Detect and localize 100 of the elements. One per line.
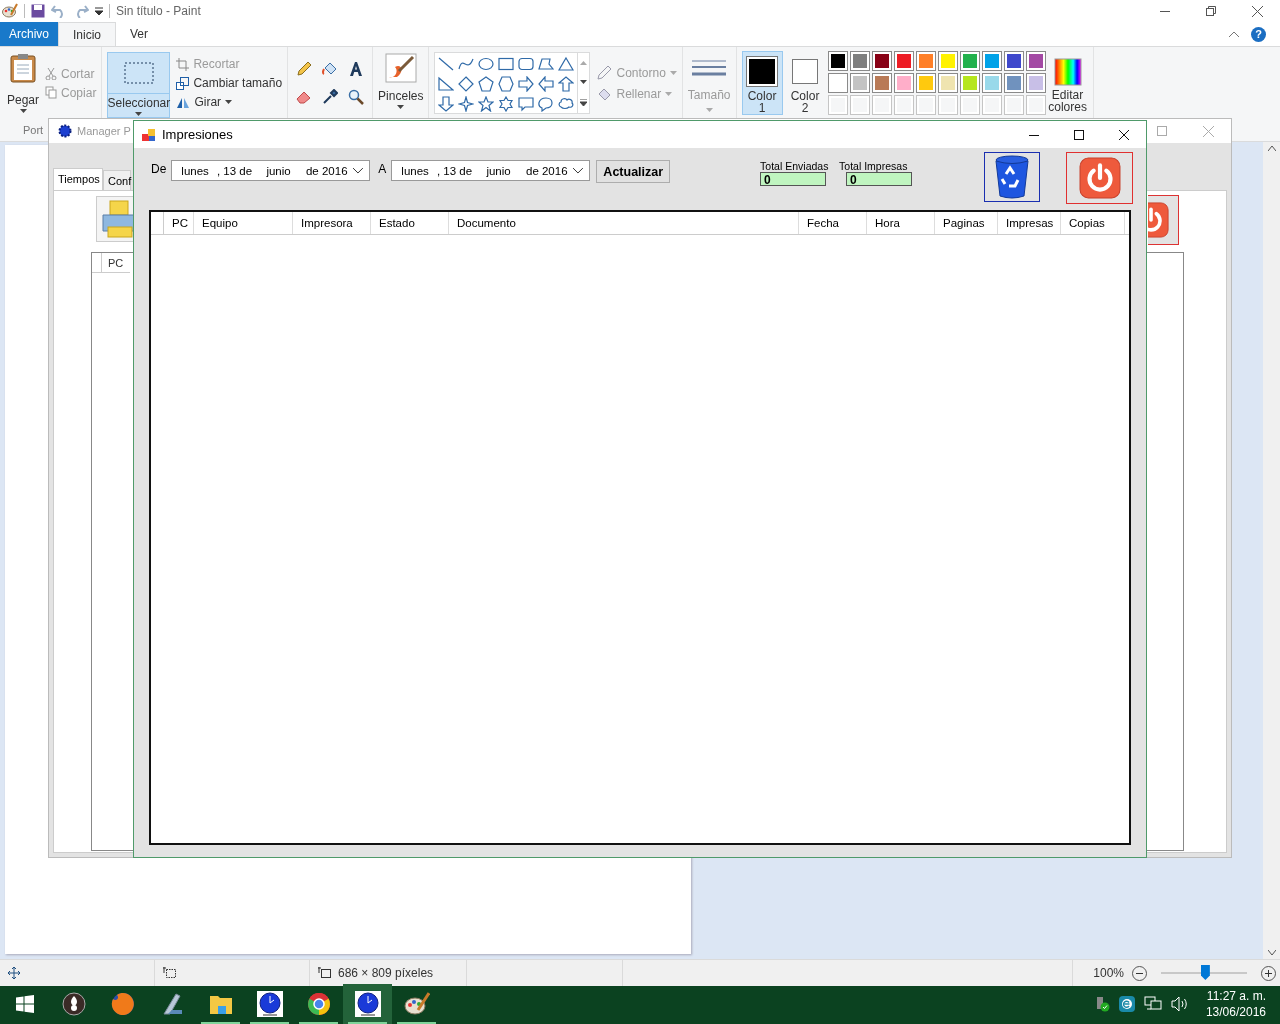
column-header[interactable]: Documento: [449, 212, 799, 234]
color-spectrum-icon: [1053, 57, 1082, 86]
collapse-ribbon-icon: [1229, 31, 1239, 37]
windows-logo-icon: [15, 995, 34, 1013]
ribbon-group-label: Port: [23, 124, 44, 136]
color-swatch[interactable]: [1025, 51, 1046, 71]
power-button[interactable]: [1148, 195, 1179, 245]
caret-icon: [19, 109, 27, 113]
column-header[interactable]: Impresora: [293, 212, 371, 234]
column-header[interactable]: Impresas: [998, 212, 1061, 234]
maximize-icon: [1157, 125, 1167, 136]
toolbar-button[interactable]: Cambiar tamaño: [176, 76, 283, 90]
power-button[interactable]: [1066, 152, 1134, 204]
color-swatch[interactable]: [849, 51, 870, 71]
outline-icon: [596, 64, 613, 81]
date-picker[interactable]: lunes , 13 de junio de 2016: [391, 160, 591, 181]
copy-icon: [45, 86, 58, 99]
column-header[interactable]: Paginas: [935, 212, 998, 234]
color-swatch[interactable]: [893, 73, 914, 93]
color-picker-icon: [322, 89, 339, 105]
tab[interactable]: Conf: [103, 170, 131, 191]
color-swatch[interactable]: [937, 51, 958, 71]
slider-thumb[interactable]: [1200, 965, 1210, 980]
scroll-up-icon: [580, 60, 588, 65]
color-swatch[interactable]: [827, 51, 848, 71]
window-title: Impresiones: [162, 127, 233, 142]
select-button[interactable]: Seleccionar: [107, 52, 171, 118]
color-swatch[interactable]: [893, 51, 914, 71]
color-swatch[interactable]: [827, 73, 848, 93]
caret-icon: [705, 108, 713, 112]
rectangle-icon: [498, 56, 515, 72]
ribbon-tab[interactable]: Archivo: [0, 22, 58, 46]
disc-burner-icon: [61, 992, 86, 1016]
caret-icon: [135, 112, 143, 116]
speaker-icon: [1170, 996, 1189, 1012]
recycle-bin-button[interactable]: [984, 152, 1041, 202]
from-label: De: [151, 162, 167, 176]
color-button[interactable]: Color 1: [741, 51, 783, 115]
speech-bubble-icon: [518, 96, 535, 112]
brushes-button[interactable]: Pinceles: [378, 49, 424, 117]
column-header[interactable]: PC: [164, 212, 194, 234]
column-header[interactable]: Fecha: [799, 212, 867, 234]
color-swatch[interactable]: [1025, 73, 1046, 93]
up-arrow-icon: [558, 76, 575, 92]
total-field: 0: [760, 172, 827, 186]
close-icon: [1118, 129, 1129, 140]
printer-button[interactable]: [96, 196, 134, 242]
selection-icon: [123, 62, 154, 84]
crop-icon: [176, 57, 190, 71]
clock-date[interactable]: 13/06/2016: [1205, 1005, 1266, 1019]
hexagon-icon: [498, 76, 515, 92]
column-header[interactable]: Equipo: [194, 212, 293, 234]
help-button[interactable]: ?: [1251, 26, 1266, 42]
color-swatch[interactable]: [959, 51, 980, 71]
scrollbar[interactable]: [1263, 142, 1280, 959]
date-picker[interactable]: lunes , 13 de junio de 2016: [171, 160, 371, 181]
antivirus-icon: [1118, 996, 1135, 1012]
ribbon-tab[interactable]: Inicio: [58, 22, 117, 46]
ribbon-tab[interactable]: Ver: [116, 22, 163, 46]
column-header[interactable]: Hora: [867, 212, 935, 234]
color-swatch[interactable]: [981, 73, 1002, 93]
edit-colors-button[interactable]: Editar colores: [1047, 53, 1088, 113]
color-swatch[interactable]: [871, 51, 892, 71]
window-title: Manager P: [77, 125, 131, 137]
caret-icon: [669, 70, 677, 75]
shapes-gallery[interactable]: [434, 52, 591, 114]
printer-icon: [100, 199, 134, 239]
column-header[interactable]: Copias: [1061, 212, 1125, 234]
tab[interactable]: Tiempos: [53, 168, 103, 191]
fox-globe-icon: [110, 992, 135, 1016]
color-swatch[interactable]: [915, 73, 936, 93]
taskbar-button[interactable]: [343, 984, 392, 1024]
color-swatch[interactable]: [1003, 73, 1024, 93]
color-swatch[interactable]: [937, 73, 958, 93]
close-icon: [1251, 5, 1263, 17]
color-swatch[interactable]: [981, 51, 1002, 71]
total-field: 0: [846, 172, 913, 186]
color-button[interactable]: Color 2: [784, 51, 826, 115]
selection-size-icon: [163, 967, 177, 979]
color-swatch[interactable]: [849, 73, 870, 93]
magnifier-icon: [348, 89, 365, 105]
column-header[interactable]: Estado: [371, 212, 449, 234]
paint-palette-icon: [2, 3, 18, 19]
toolbar-button[interactable]: Girar: [176, 95, 283, 109]
power-icon: [1078, 157, 1121, 199]
color-swatch[interactable]: [1003, 51, 1024, 71]
five-point-star-icon: [478, 96, 495, 112]
paste-button[interactable]: Pegar: [7, 49, 40, 117]
caret-icon: [225, 100, 233, 104]
color-swatch[interactable]: [959, 73, 980, 93]
column-header[interactable]: PC: [102, 253, 130, 273]
refresh-button[interactable]: Actualizar: [596, 160, 671, 183]
color-swatch[interactable]: [871, 73, 892, 93]
zoom-out-button[interactable]: [1132, 965, 1147, 981]
polygon-icon: [538, 56, 555, 72]
clock-time[interactable]: 11:27 a. m.: [1206, 989, 1266, 1003]
image-size-icon: [318, 967, 332, 979]
color-swatch[interactable]: [915, 51, 936, 71]
zoom-in-button[interactable]: [1261, 965, 1276, 981]
caret-icon: [665, 91, 673, 96]
